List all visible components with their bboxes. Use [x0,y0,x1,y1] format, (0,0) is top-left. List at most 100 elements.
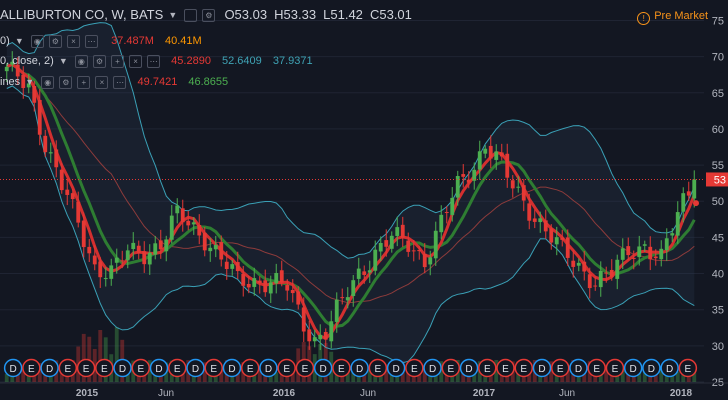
candle-body [400,224,405,238]
candle-body [692,179,697,199]
dividend-marker[interactable]: D [186,358,205,378]
chevron-down-icon[interactable]: ▼ [15,33,24,49]
earnings-marker[interactable]: E [368,358,388,378]
earnings-marker[interactable]: E [478,358,497,378]
gear-icon[interactable]: ⚙ [59,75,73,89]
indicator-label[interactable]: 0, close, 2) [0,53,54,69]
close-icon[interactable]: × [66,34,80,48]
earnings-dividend-markers[interactable]: DEDEEEDEDEDEDEDEEDEDEDEDEDEEEDEDEEDDDE [3,358,698,378]
plus-icon[interactable]: + [77,75,91,89]
price-tick-label: 60 [712,124,724,136]
eye-icon[interactable]: ◉ [30,34,44,48]
candle-body [505,153,510,178]
earnings-marker[interactable]: E [95,358,114,378]
candle-body [587,274,592,289]
indicator-value: 52.6409 [222,55,262,68]
earnings-marker[interactable]: E [168,358,187,378]
earnings-marker[interactable]: E [295,358,315,378]
time-tick-label: 2018 [670,388,693,399]
earnings-marker[interactable]: E [204,358,223,378]
dividend-marker[interactable]: D [660,358,679,378]
earnings-marker[interactable]: E [332,358,351,378]
dividend-marker[interactable]: D [642,358,661,378]
dividend-marker[interactable]: D [222,358,242,378]
earnings-marker[interactable]: E [240,358,260,378]
candle-body [186,220,191,226]
candle-body [532,218,537,222]
earnings-marker[interactable]: E [605,358,625,378]
more-icon[interactable]: ⋯ [85,34,99,48]
gear-icon[interactable]: ⚙ [202,8,216,22]
time-axis[interactable]: 2015 Jun 2016 Jun 2017 Jun 2018 [0,382,728,399]
candle-body [76,201,81,223]
earnings-marker[interactable]: E [22,358,41,378]
candle-body [92,255,97,265]
dividend-marker[interactable]: D [532,358,552,378]
candle-body [43,135,48,153]
dividend-marker[interactable]: D [350,358,369,378]
earnings-marker[interactable]: E [131,358,151,378]
candle-body [450,197,455,215]
eye-icon[interactable]: ◉ [74,54,88,68]
dividend-marker[interactable]: D [459,358,479,378]
earnings-marker[interactable]: E [441,358,461,378]
close-icon[interactable]: × [95,75,109,89]
clock-icon: ! [637,12,651,25]
candle-body [263,280,268,293]
earnings-marker[interactable]: E [76,358,96,378]
candle-body [477,151,482,170]
earnings-marker[interactable]: E [58,358,78,378]
indicator-label[interactable]: ines [0,74,20,90]
time-tick-label: 2016 [273,388,296,399]
eye-icon[interactable]: ◉ [41,75,55,89]
earnings-marker[interactable]: E [514,358,533,378]
candle-body [521,185,526,201]
indicator-label[interactable]: 0) [0,33,10,49]
earnings-marker[interactable]: E [496,358,515,378]
dividend-marker[interactable]: D [259,358,278,378]
candle-body [290,289,295,294]
earnings-marker[interactable]: E [277,358,296,378]
earnings-marker[interactable]: E [405,358,424,378]
dividend-marker[interactable]: D [623,358,643,378]
price-tick-label: 55 [712,160,724,172]
chevron-down-icon[interactable]: ▼ [59,53,68,69]
dividend-marker[interactable]: D [3,358,23,378]
candle-body [543,220,548,232]
candle-body [142,251,147,265]
dividend-marker[interactable]: D [423,358,442,378]
earnings-marker[interactable]: E [678,358,698,378]
price-axis[interactable]: 757065605550454035302553 [706,15,728,389]
price-tick-label: 30 [712,341,724,353]
marker-letter: E [685,364,692,375]
dividend-marker[interactable]: D [313,358,333,378]
market-status[interactable]: ! Pre Market [637,10,708,25]
candle-body [351,280,356,297]
gear-icon[interactable]: ⚙ [48,34,62,48]
dividend-marker[interactable]: D [40,358,59,378]
chevron-down-icon[interactable]: ▼ [168,7,177,23]
chevron-down-icon[interactable]: ▼ [25,74,34,90]
gear-icon[interactable]: ⚙ [92,54,106,68]
candle-body [433,230,438,259]
plus-icon[interactable]: + [110,54,124,68]
candle-body [257,280,262,284]
candle-body [461,174,466,177]
candle-body [576,262,581,266]
indicator-volume: 0) ▼ ◉ ⚙ × ⋯ 37.487M 40.41M [0,33,202,49]
earnings-marker[interactable]: E [550,358,570,378]
close-icon[interactable]: × [129,54,143,68]
candle-body [637,246,642,258]
dividend-marker[interactable]: D [149,358,169,378]
more-icon[interactable]: ⋯ [147,54,161,68]
more-icon[interactable]: ⋯ [113,75,127,89]
candle-body [466,179,471,183]
dividend-marker[interactable]: D [113,358,132,378]
candle-body [312,337,317,342]
dividend-marker[interactable]: D [569,358,588,378]
dividend-marker[interactable]: D [386,358,406,378]
symbol-title[interactable]: ALLIBURTON CO, W, BATS [0,7,163,23]
earnings-marker[interactable]: E [587,358,606,378]
square-icon[interactable] [184,8,198,22]
price-tick-label: 50 [712,196,724,208]
